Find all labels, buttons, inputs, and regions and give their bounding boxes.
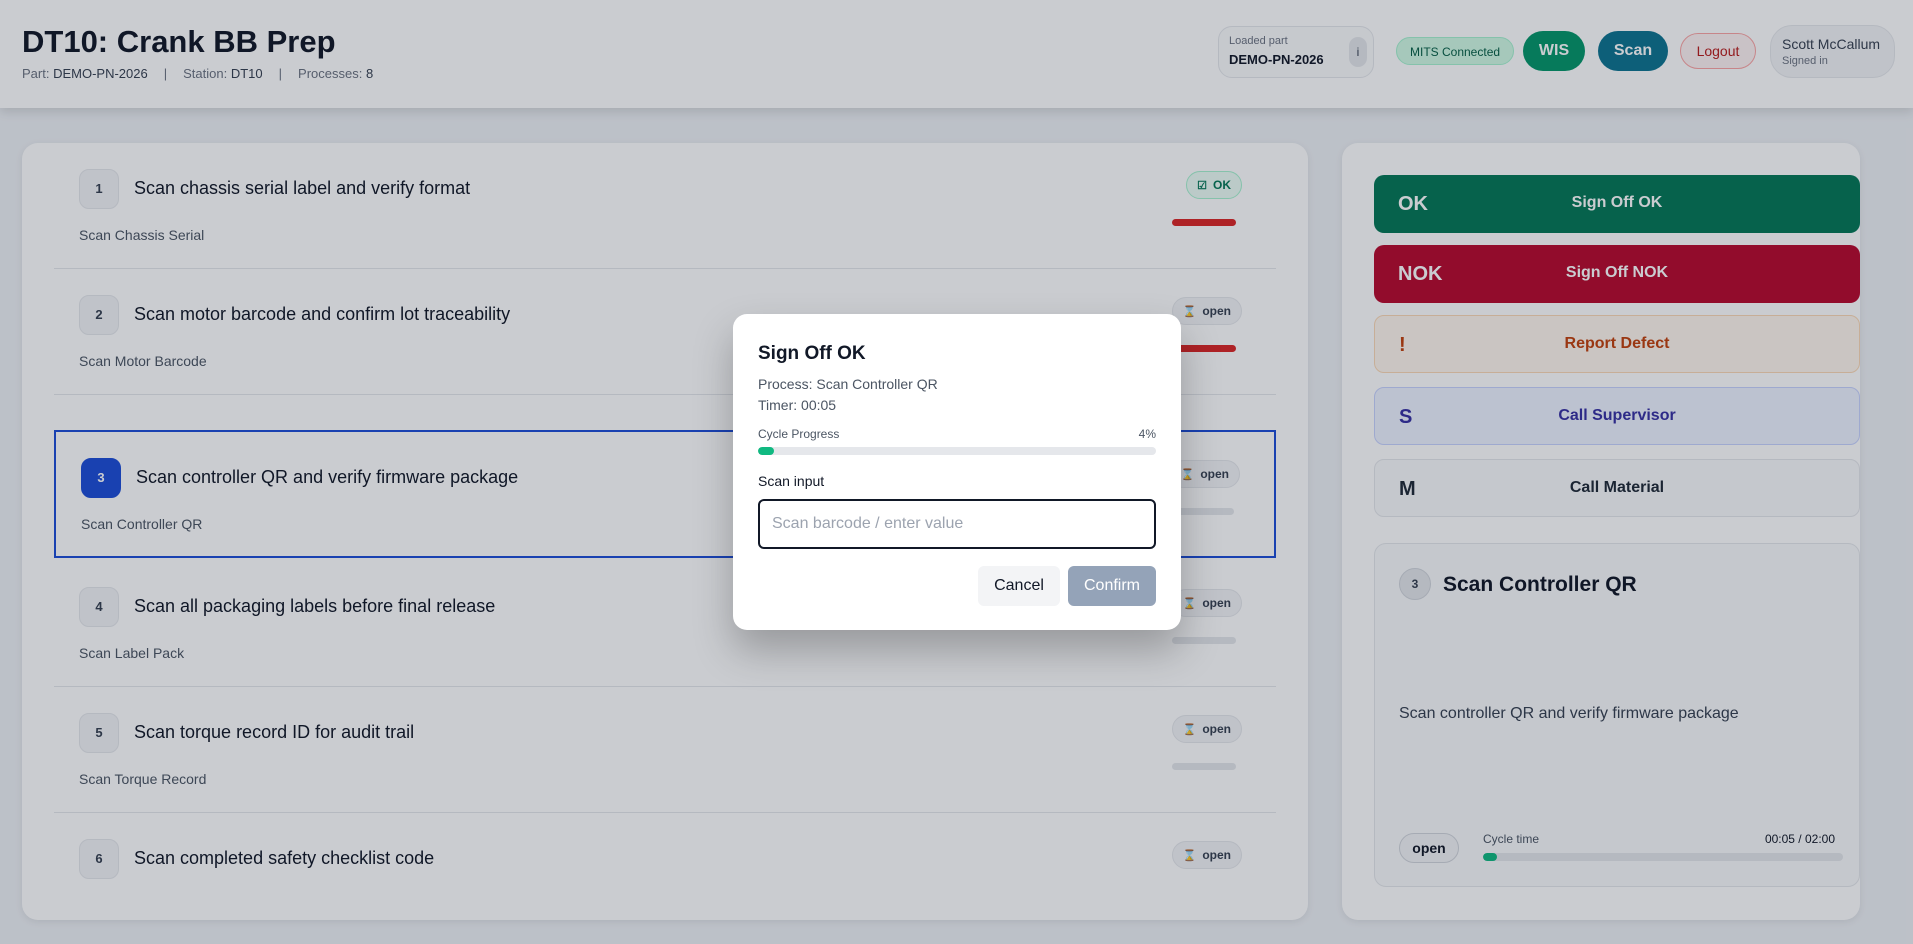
cancel-button[interactable]: Cancel <box>978 566 1060 606</box>
cycle-progress-value: 4% <box>1138 427 1156 441</box>
scan-input[interactable] <box>758 499 1156 549</box>
modal-title: Sign Off OK <box>758 343 866 364</box>
cycle-progress-label: Cycle Progress <box>758 427 840 441</box>
sign-off-modal: Sign Off OK Process: Scan Controller QR … <box>733 314 1181 630</box>
scan-input-label: Scan input <box>758 473 825 489</box>
modal-timer: Timer: 00:05 <box>758 397 837 413</box>
cycle-progress-bar <box>758 447 1156 455</box>
modal-process: Process: Scan Controller QR <box>758 376 938 392</box>
confirm-button[interactable]: Confirm <box>1068 566 1156 606</box>
cycle-progress-fill <box>758 447 774 455</box>
